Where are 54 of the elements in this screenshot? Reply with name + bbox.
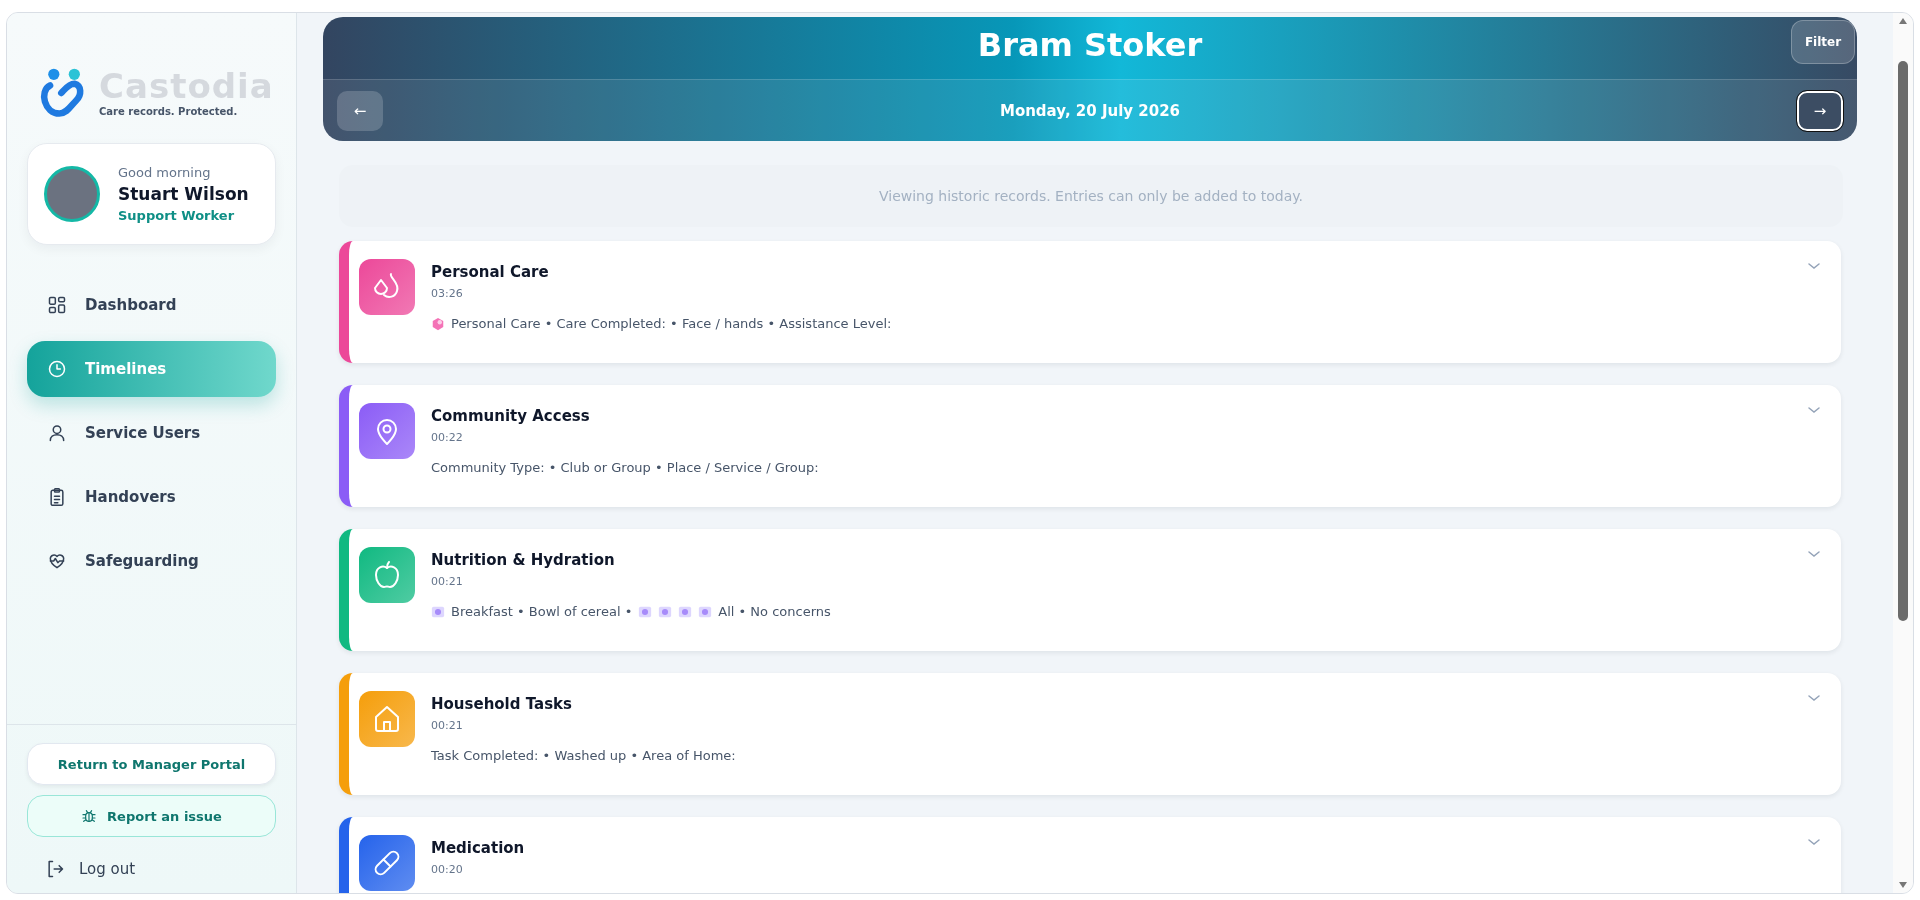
entry-summary: All • No concerns — [718, 604, 831, 619]
entry-summary: Personal Care • Care Completed: • Face / hands • Assistance Level: — [451, 316, 892, 331]
nav-item[interactable]: Safeguarding — [27, 533, 276, 589]
bug-icon — [81, 808, 98, 824]
plate-icon — [658, 604, 673, 619]
entry-summary: Community Type: • Club or Group • Place / Service / Group: — [431, 460, 819, 475]
entry-card[interactable]: Nutrition & Hydration 00:21 Breakfast • Bowl of cereal • All • No concerns — [339, 529, 1841, 651]
person-name: Bram Stoker — [977, 25, 1203, 66]
entry-time: 00:22 — [431, 431, 464, 444]
plate-icon — [678, 604, 693, 619]
entry-time: 00:21 — [431, 719, 464, 732]
date-label: Monday, 20 July 2026 — [999, 101, 1181, 120]
entry-summary: Task Completed: • Washed up • Area of Home: — [431, 748, 736, 763]
filter-button[interactable]: Filter — [1791, 20, 1855, 64]
plate-icon — [698, 604, 713, 619]
brand-tagline: Care records. Protected. — [99, 106, 239, 117]
plate-icon — [431, 604, 445, 619]
previous-day-button[interactable]: ← — [337, 90, 383, 131]
entry-time: 00:21 — [431, 575, 464, 588]
plate-icon — [638, 604, 653, 619]
next-day-button[interactable]: → — [1797, 90, 1843, 131]
nav-item[interactable]: Dashboard — [27, 277, 276, 333]
greeting: Good morning — [118, 165, 212, 180]
heart-pulse-icon — [47, 551, 67, 571]
grid-icon — [47, 295, 67, 315]
user-name: Stuart Wilson — [118, 184, 249, 204]
scroll-up-icon — [1898, 17, 1908, 25]
user-role: Support Worker — [118, 208, 236, 223]
entry-card[interactable]: Household Tasks 00:21 Task Completed: • Washed up • Area of Home: — [339, 673, 1841, 795]
scroll-down-icon — [1898, 881, 1908, 889]
entry-time: 00:20 — [431, 863, 464, 876]
nav-item[interactable]: Handovers — [27, 469, 276, 525]
return-button[interactable]: Return to Manager Portal — [27, 743, 276, 785]
notice-text: Viewing historic records. Entries can only be added to today. — [878, 188, 1303, 204]
report-button[interactable]: Report an issue — [27, 795, 276, 837]
logout-button[interactable]: Log out — [27, 847, 136, 879]
entry-title: Household Tasks — [431, 695, 572, 713]
clipboard-icon — [47, 487, 67, 507]
nav-item[interactable]: Service Users — [27, 405, 276, 461]
entry-card[interactable]: Personal Care 03:26 Personal Care • Care Completed: • Face / hands • Assistance Level: — [339, 241, 1841, 363]
entry-time: 03:26 — [431, 287, 464, 300]
entry-card[interactable]: Community Access 00:22 Community Type: • Club or Group • Place / Service / Group: — [339, 385, 1841, 507]
scrollbar-thumb[interactable] — [1898, 61, 1908, 621]
entry-card[interactable]: Medication 00:20 — [339, 817, 1841, 893]
logout-icon — [45, 859, 65, 879]
entry-title: Medication — [431, 839, 525, 857]
entry-title: Personal Care — [431, 263, 549, 281]
avatar-photo-placeholder — [44, 166, 100, 222]
clock-icon — [47, 359, 67, 379]
entry-summary: Breakfast • Bowl of cereal • — [451, 604, 633, 619]
person-icon — [47, 423, 67, 443]
scrollbar[interactable] — [1893, 13, 1913, 893]
entry-title: Nutrition & Hydration — [431, 551, 615, 569]
entry-title: Community Access — [431, 407, 590, 425]
